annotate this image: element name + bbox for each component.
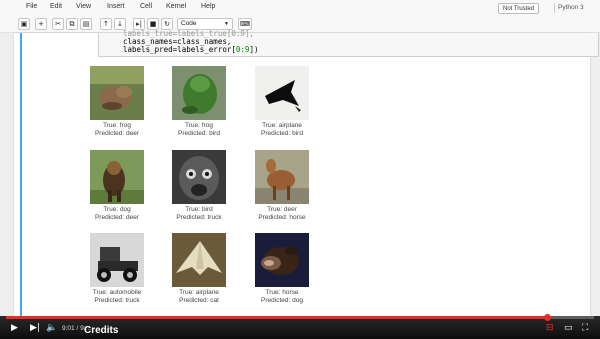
menu-cell[interactable]: Cell <box>140 3 152 10</box>
menu-insert[interactable]: Insert <box>107 3 125 10</box>
airplane-image <box>172 233 226 287</box>
predicted-label: Predicted: truck <box>176 214 222 221</box>
play-icon[interactable]: ▶ <box>11 323 18 333</box>
add-icon[interactable]: + <box>35 18 47 30</box>
true-label: True: airplane <box>179 289 219 296</box>
code-line-3-num: 0:9 <box>235 45 250 54</box>
theater-mode-icon[interactable]: ▭ <box>564 323 573 333</box>
toolbar: ▣ + ✂ ⧉ ▤ ↑ ↓ ▸| ■ ↻ Code ▼ ⌨ <box>0 16 600 33</box>
cell-type-value: Code <box>181 20 197 27</box>
true-label: True: frog <box>103 122 131 129</box>
true-label: True: bird <box>185 206 213 213</box>
kernel-name[interactable]: Python 3 <box>558 4 584 11</box>
video-player-controls: ▶ ▶| 🔈 9:01 / 9:… Credits ⊟ ▭ ⛶ <box>0 314 600 339</box>
predicted-label: Predicted: cat <box>179 297 219 304</box>
progress-bar[interactable] <box>6 314 594 321</box>
chevron-down-icon: ▼ <box>224 21 229 27</box>
frog-image <box>90 66 144 120</box>
true-label: True: automobile <box>92 289 142 296</box>
volume-icon[interactable]: 🔈 <box>46 323 57 333</box>
predicted-label: Predicted: truck <box>94 297 140 304</box>
progress-fill <box>6 316 547 319</box>
predicted-label: Predicted: bird <box>261 130 303 137</box>
deer-image <box>255 150 309 204</box>
kernel-divider <box>554 3 555 13</box>
predicted-label: Predicted: deer <box>94 214 140 221</box>
trust-status-badge[interactable]: Not Trusted <box>498 3 540 14</box>
code-line-3-prefix: labels_pred=labels_error[ <box>123 45 236 54</box>
true-label: True: dog <box>103 206 131 213</box>
true-label: True: horse <box>265 289 299 296</box>
menubar: File Edit View Insert Cell Kernel Help N… <box>0 0 600 16</box>
frog-image <box>172 66 226 120</box>
copy-icon[interactable]: ⧉ <box>66 18 78 30</box>
menu-edit[interactable]: Edit <box>50 3 62 10</box>
selected-cell-indicator <box>20 33 22 316</box>
menu-kernel[interactable]: Kernel <box>166 3 186 10</box>
video-frame: File Edit View Insert Cell Kernel Help N… <box>0 0 600 339</box>
chapter-title[interactable]: Credits <box>84 325 118 336</box>
save-icon[interactable]: ▣ <box>18 18 30 30</box>
horse-image <box>255 233 309 287</box>
progress-scrubber[interactable] <box>543 314 551 321</box>
move-up-icon[interactable]: ↑ <box>100 18 112 30</box>
predicted-label: Predicted: horse <box>258 214 306 221</box>
airplane-image <box>255 66 309 120</box>
code-line-3: labels_pred=labels_error[0:9]) <box>123 45 258 54</box>
code-line-3-suffix: ]) <box>249 45 259 54</box>
paste-icon[interactable]: ▤ <box>80 18 92 30</box>
notebook-area: labels_true=labels_true[0:9], class_name… <box>0 29 600 316</box>
true-label: True: airplane <box>262 122 302 129</box>
next-icon[interactable]: ▶| <box>30 323 40 333</box>
bird-image <box>172 150 226 204</box>
menu-view[interactable]: View <box>76 3 91 10</box>
true-label: True: frog <box>185 122 213 129</box>
fullscreen-icon[interactable]: ⛶ <box>582 323 588 333</box>
cut-icon[interactable]: ✂ <box>52 18 64 30</box>
predicted-label: Predicted: dog <box>261 297 303 304</box>
captions-icon[interactable]: ⊟ <box>546 323 554 333</box>
predicted-label: Predicted: deer <box>94 130 140 137</box>
predicted-label: Predicted: bird <box>178 130 220 137</box>
dog-image <box>90 150 144 204</box>
menu-help[interactable]: Help <box>201 3 215 10</box>
true-label: True: deer <box>267 206 297 213</box>
automobile-image <box>90 233 144 287</box>
menu-file[interactable]: File <box>26 3 37 10</box>
